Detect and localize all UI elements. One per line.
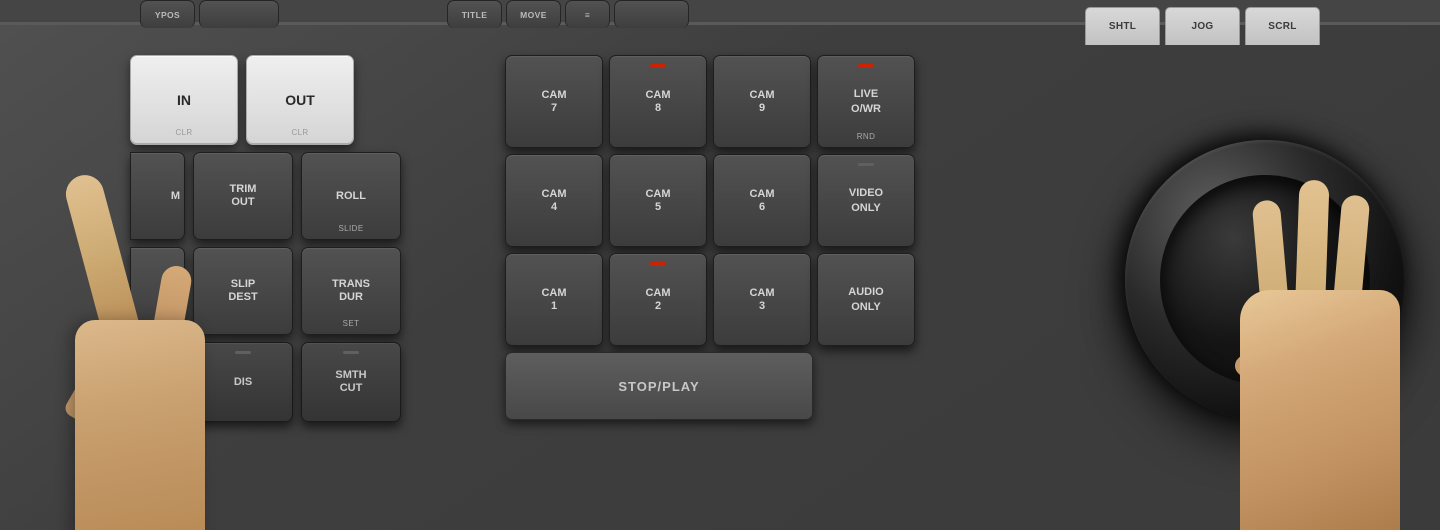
live-owr-label: LIVE O/WR (851, 87, 881, 116)
cam7-num: 7 (551, 102, 557, 114)
cam6-key[interactable]: CAM 6 (713, 154, 811, 247)
cam3-num: 3 (759, 300, 765, 312)
top-row-keys: YPOS TITLE MOVE ≡ (140, 0, 689, 28)
cam4-label: CAM (541, 188, 566, 200)
cam2-num: 2 (655, 300, 661, 312)
cam8-label: CAM (645, 89, 670, 101)
dis-indicator (235, 351, 251, 354)
cam9-label: CAM (749, 89, 774, 101)
ut-partial-key[interactable] (130, 247, 185, 335)
jog-wheel-area (1110, 80, 1420, 480)
trim-out-label: TRIM OUT (230, 183, 257, 209)
trans-dur-key[interactable]: TRANS DUR SET (301, 247, 401, 335)
smth-cut-label: SMTH CUT (335, 369, 366, 395)
blank-key-1[interactable] (199, 0, 279, 28)
move-key[interactable]: MOVE (506, 0, 561, 28)
smth-cut-key[interactable]: SMTH CUT (301, 342, 401, 422)
blank-key-2[interactable] (614, 0, 689, 28)
jog-wheel-outer[interactable] (1125, 140, 1405, 420)
cam1-num: 1 (551, 300, 557, 312)
cam9-num: 9 (759, 102, 765, 114)
slip-dest-label: SLIP DEST (228, 278, 257, 304)
dis-key[interactable]: DIS (193, 342, 293, 422)
in-clr: CLR (176, 128, 193, 137)
stop-play-label: STOP/PLAY (618, 379, 699, 394)
video-only-indicator (858, 163, 874, 166)
cam4-num: 4 (551, 201, 557, 213)
title-key[interactable]: TITLE (447, 0, 502, 28)
cam6-num: 6 (759, 201, 765, 213)
cam2-label: CAM (645, 287, 670, 299)
jog-wheel-inner (1160, 175, 1370, 385)
cam4-key[interactable]: CAM 4 (505, 154, 603, 247)
dis-label: DIS (234, 376, 252, 388)
scrl-key[interactable]: SCRL (1245, 7, 1320, 45)
cam1-label: CAM (541, 287, 566, 299)
trim-out-key[interactable]: TRIM OUT (193, 152, 293, 240)
cam8-indicator (650, 64, 666, 68)
cam2-indicator (650, 262, 666, 266)
live-owr-indicator (858, 64, 874, 68)
cam3-key[interactable]: CAM 3 (713, 253, 811, 346)
video-only-label: VIDEO ONLY (849, 186, 883, 215)
in-label: IN (177, 92, 191, 108)
blank-gap (283, 0, 443, 28)
menu-key[interactable]: ≡ (565, 0, 610, 28)
cam2-key[interactable]: CAM 2 (609, 253, 707, 346)
out-key[interactable]: OUT CLR (246, 55, 354, 145)
keyboard-scene: YPOS TITLE MOVE ≡ SHTL JOG SCRL IN CLR O… (0, 0, 1440, 530)
cam-section: CAM 7 CAM 8 CAM 9 LIVE O/WR RND CAM 4 (505, 55, 917, 420)
roll-key[interactable]: ROLL SLIDE (301, 152, 401, 240)
cam5-num: 5 (655, 201, 661, 213)
smth-cut-indicator (343, 351, 359, 354)
transport-keys: SHTL JOG SCRL (1085, 0, 1320, 45)
out-clr: CLR (292, 128, 309, 137)
out-partial-key[interactable] (130, 342, 185, 422)
edit-section: IN CLR OUT CLR M TRIM OUT ROLL SLIDE (130, 55, 401, 422)
slip-dest-key[interactable]: SLIP DEST (193, 247, 293, 335)
out-label: OUT (285, 92, 315, 108)
roll-sub: SLIDE (338, 224, 363, 233)
ypos-key[interactable]: YPOS (140, 0, 195, 28)
cam3-label: CAM (749, 287, 774, 299)
stop-play-key[interactable]: STOP/PLAY (505, 352, 813, 420)
live-owr-key[interactable]: LIVE O/WR RND (817, 55, 915, 148)
cam1-key[interactable]: CAM 1 (505, 253, 603, 346)
cam6-label: CAM (749, 188, 774, 200)
cam8-key[interactable]: CAM 8 (609, 55, 707, 148)
cam-partial-label: M (171, 190, 180, 202)
cam8-num: 8 (655, 102, 661, 114)
in-key[interactable]: IN CLR (130, 55, 238, 145)
cam9-key[interactable]: CAM 9 (713, 55, 811, 148)
shtl-key[interactable]: SHTL (1085, 7, 1160, 45)
jog-key[interactable]: JOG (1165, 7, 1240, 45)
trans-dur-label: TRANS DUR (332, 278, 370, 304)
audio-only-label: AUDIO ONLY (848, 285, 883, 314)
roll-label: ROLL (336, 190, 366, 202)
spacer (819, 352, 917, 420)
cam5-key[interactable]: CAM 5 (609, 154, 707, 247)
audio-only-key[interactable]: AUDIO ONLY (817, 253, 915, 346)
trans-dur-sub: SET (343, 319, 360, 328)
cam5-label: CAM (645, 188, 670, 200)
cam7-label: CAM (541, 89, 566, 101)
video-only-key[interactable]: VIDEO ONLY (817, 154, 915, 247)
live-owr-sub: RND (857, 132, 876, 141)
cam-partial-key[interactable]: M (130, 152, 185, 240)
cam7-key[interactable]: CAM 7 (505, 55, 603, 148)
